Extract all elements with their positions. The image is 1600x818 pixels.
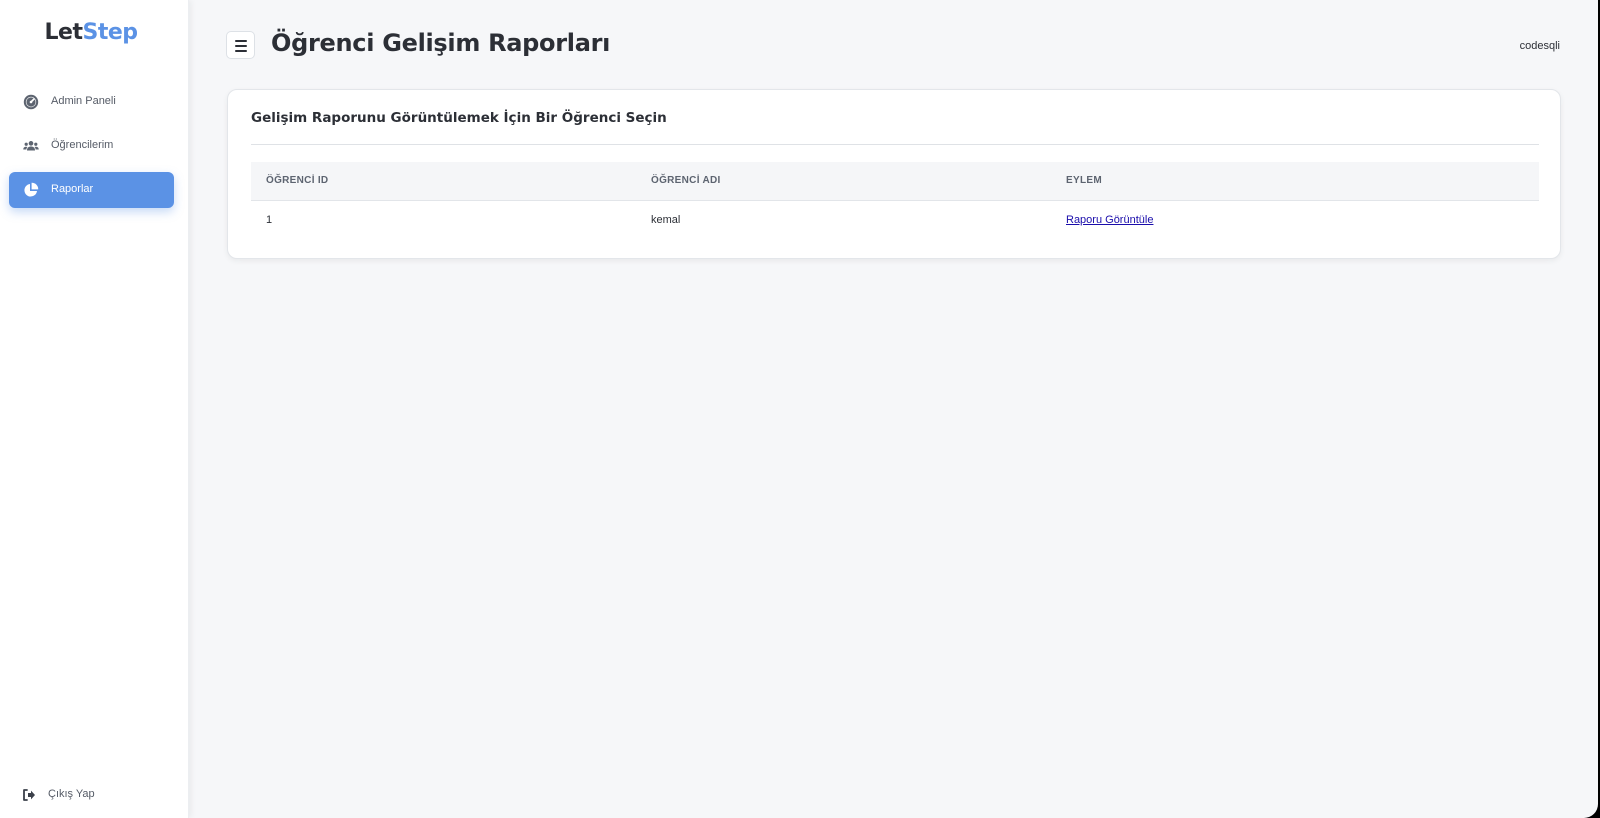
sidebar-item-label: Admin Paneli (51, 95, 116, 107)
page-title: Öğrenci Gelişim Raporları (271, 29, 611, 57)
column-header-action: EYLEM (1066, 175, 1102, 186)
table-header: ÖĞRENCİ ID ÖĞRENCİ ADI EYLEM (251, 162, 1539, 201)
sidebar-item-students[interactable]: Öğrencilerim (9, 128, 174, 164)
sidebar-item-label: Raporlar (51, 183, 94, 195)
cell-action: Raporu Görüntüle (1066, 214, 1153, 226)
students-table: ÖĞRENCİ ID ÖĞRENCİ ADI EYLEM 1 kemal Rap… (251, 162, 1539, 241)
users-icon (23, 141, 39, 151)
hamburger-icon-bar (235, 45, 247, 47)
logo: LetStep (0, 20, 182, 45)
hamburger-icon (235, 40, 247, 42)
logo-part-step: Step (82, 20, 138, 45)
cell-student-name: kemal (651, 214, 681, 226)
student-select-card: Gelişim Raporunu Görüntülemek İçin Bir Ö… (227, 89, 1561, 259)
pie-chart-icon (24, 182, 39, 197)
logout-label: Çıkış Yap (48, 788, 95, 800)
column-header-student-id: ÖĞRENCİ ID (266, 175, 329, 186)
app-window: LetStep Admin Paneli Öğrencilerim Raporl… (0, 0, 1598, 818)
view-report-link[interactable]: Raporu Görüntüle (1066, 214, 1153, 226)
menu-toggle-button[interactable] (226, 31, 255, 59)
gauge-icon (23, 94, 39, 110)
card-divider (251, 144, 1539, 145)
sign-out-icon (23, 789, 35, 801)
cell-student-id: 1 (266, 214, 273, 226)
sidebar-item-reports[interactable]: Raporlar (9, 172, 174, 208)
sidebar-item-admin-panel[interactable]: Admin Paneli (9, 84, 174, 120)
table-row: 1 kemal Raporu Görüntüle (251, 201, 1539, 241)
logo-part-let: Let (44, 20, 83, 45)
sidebar: LetStep Admin Paneli Öğrencilerim Raporl… (0, 0, 189, 818)
sidebar-item-label: Öğrencilerim (51, 139, 114, 151)
card-title: Gelişim Raporunu Görüntülemek İçin Bir Ö… (251, 110, 667, 126)
column-header-student-name: ÖĞRENCİ ADI (651, 175, 721, 186)
user-name[interactable]: codesqli (1520, 40, 1560, 52)
hamburger-icon-bar (235, 50, 247, 52)
